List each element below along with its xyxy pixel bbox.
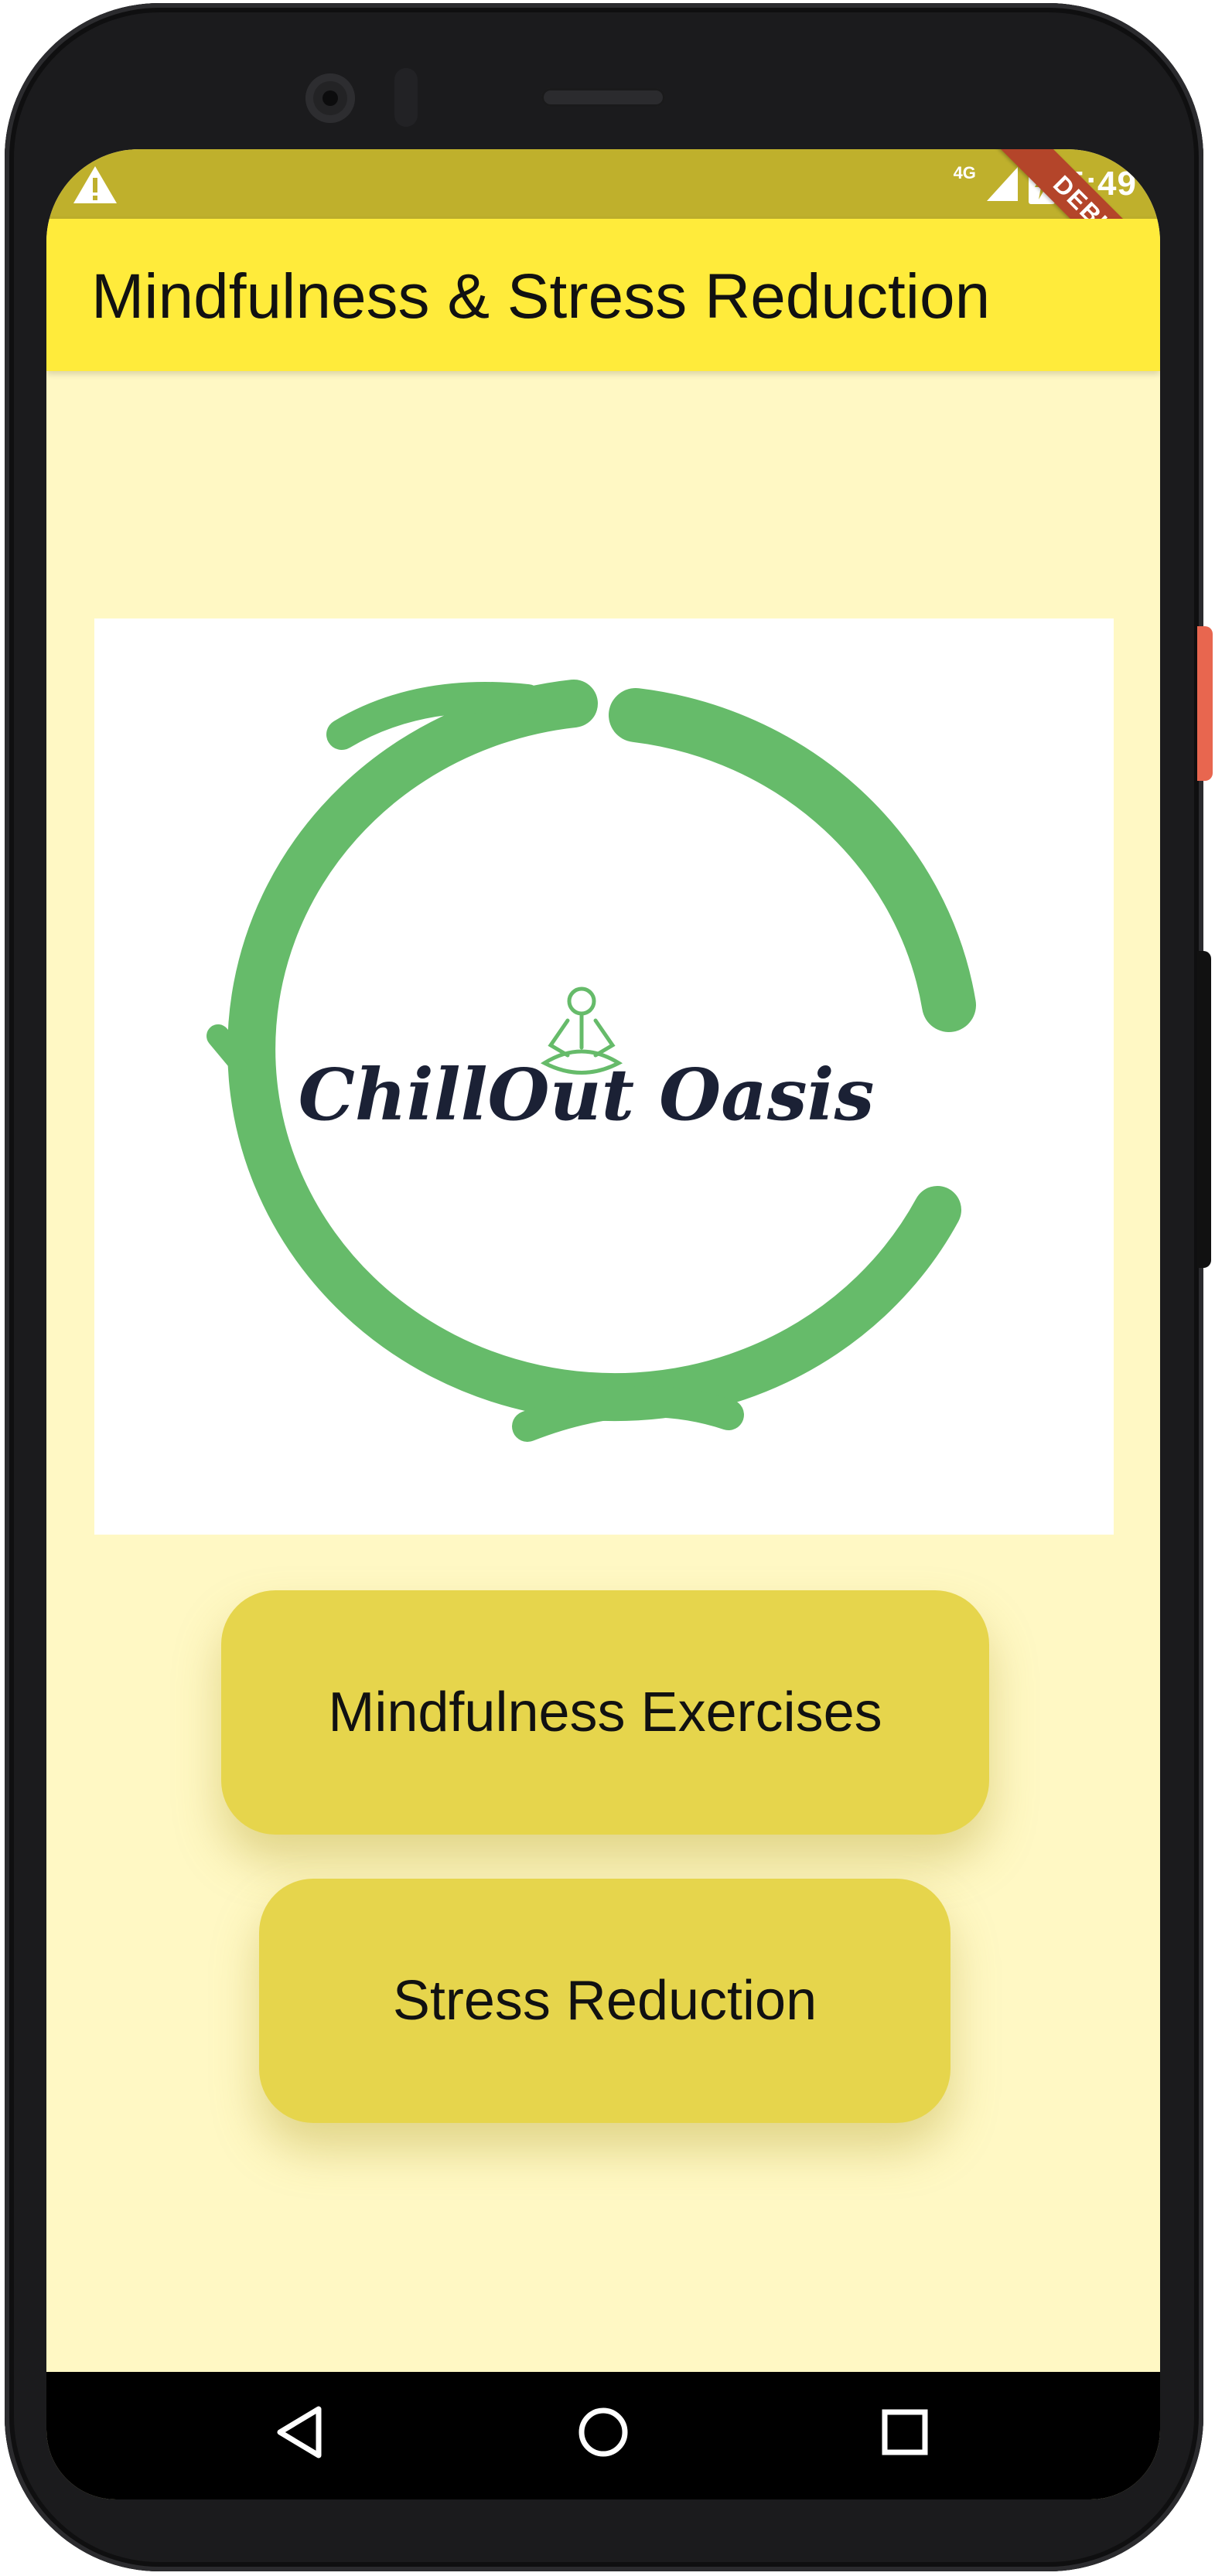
navigation-bar	[46, 2372, 1160, 2499]
device-screen: 4G 5:49 DEBUG Mindfulness & Stress Reduc…	[46, 149, 1160, 2499]
logo-image: ChillOut Oasis	[94, 618, 1114, 1535]
mindfulness-exercises-label: Mindfulness Exercises	[328, 1682, 882, 1743]
logo-graphic: ChillOut Oasis	[206, 680, 976, 1442]
front-camera	[305, 73, 355, 123]
warning-triangle-icon	[73, 166, 117, 203]
stress-reduction-button[interactable]: Stress Reduction	[259, 1879, 950, 2123]
stress-reduction-label: Stress Reduction	[392, 1970, 817, 2032]
cellular-signal-icon	[986, 167, 1018, 201]
mindfulness-exercises-button[interactable]: Mindfulness Exercises	[221, 1590, 989, 1835]
status-bar: 4G 5:49 DEBUG	[46, 149, 1160, 310]
app-bar: Mindfulness & Stress Reduction	[46, 219, 1160, 371]
brand-name: ChillOut Oasis	[299, 1053, 875, 1136]
home-circle-icon[interactable]	[565, 2394, 642, 2471]
back-triangle-icon[interactable]	[263, 2394, 340, 2471]
proximity-sensor	[394, 68, 418, 127]
page-title: Mindfulness & Stress Reduction	[91, 261, 991, 332]
earpiece-speaker	[541, 88, 665, 107]
network-type-label: 4G	[953, 163, 976, 182]
recents-square-icon[interactable]	[866, 2394, 944, 2471]
volume-button	[1197, 951, 1211, 1268]
power-button	[1197, 626, 1213, 781]
